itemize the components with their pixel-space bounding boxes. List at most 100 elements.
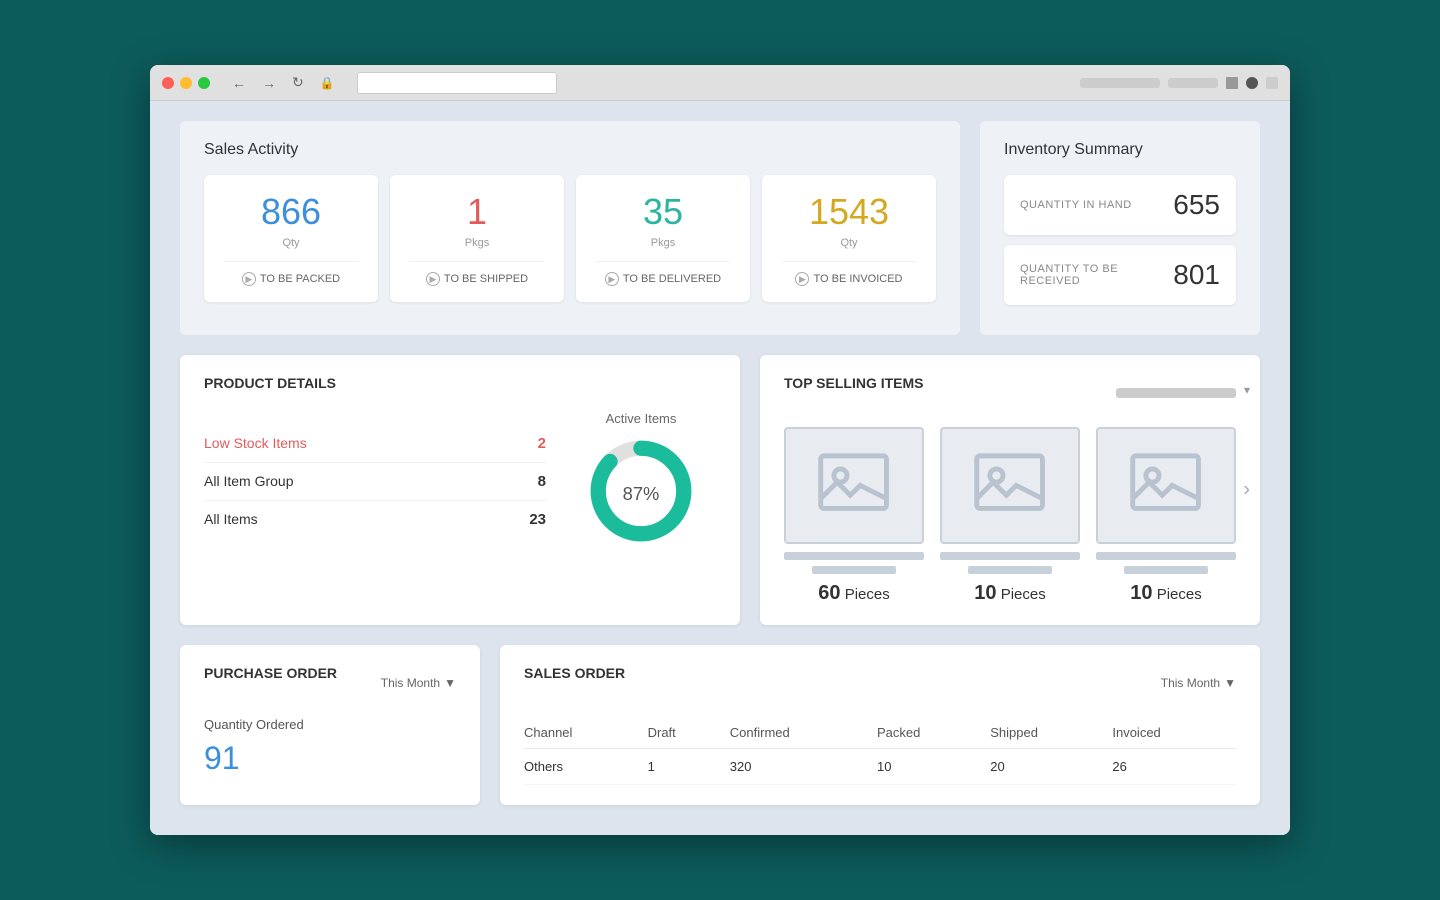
- kpi-shipped-unit: Pkgs: [410, 237, 544, 249]
- sales-activity-panel: Sales Activity 866 Qty ▶ TO BE PACKED 1 …: [180, 121, 960, 335]
- toolbar-right: [1080, 77, 1278, 89]
- item-image-1: [784, 427, 924, 544]
- item-count-2: 10 Pieces: [940, 582, 1080, 605]
- purchase-header: PURCHASE ORDER This Month ▼: [204, 665, 456, 701]
- cell-invoiced: 26: [1112, 748, 1236, 784]
- kpi-to-be-shipped[interactable]: 1 Pkgs ▶ TO BE SHIPPED: [390, 175, 564, 302]
- product-list: Low Stock Items 2 All Item Group 8 All I…: [204, 425, 546, 538]
- inventory-to-receive[interactable]: QUANTITY TO BE RECEIVED 801: [1004, 245, 1236, 305]
- kpi-delivered-unit: Pkgs: [596, 237, 730, 249]
- product-row-low-stock[interactable]: Low Stock Items 2: [204, 425, 546, 463]
- item-card-1[interactable]: 60 Pieces: [784, 427, 924, 605]
- close-button[interactable]: [162, 77, 174, 89]
- minimize-button[interactable]: [180, 77, 192, 89]
- purchase-qty-label: Quantity Ordered: [204, 717, 456, 732]
- item-bar-1: [784, 552, 924, 560]
- browser-titlebar: ← → ↻ 🔒: [150, 65, 1290, 101]
- kpi-delivered-label: ▶ TO BE DELIVERED: [596, 261, 730, 286]
- product-row-all-items[interactable]: All Items 23: [204, 501, 546, 538]
- item-group-count: 8: [538, 473, 546, 490]
- inventory-in-hand-value: 655: [1173, 189, 1220, 221]
- sales-order-title: SALES ORDER: [524, 665, 625, 681]
- cell-shipped: 20: [990, 748, 1112, 784]
- item-image-3: [1096, 427, 1236, 544]
- top-selling-dropdown[interactable]: [1116, 388, 1236, 398]
- browser-nav: ← → ↻ 🔒: [228, 72, 339, 93]
- product-details-title: PRODUCT DETAILS: [204, 375, 716, 391]
- kpi-delivered-value: 35: [596, 191, 730, 233]
- kpi-cards: 866 Qty ▶ TO BE PACKED 1 Pkgs ▶ TO BE SH…: [204, 175, 936, 302]
- donut-container: Active Items 87%: [566, 411, 716, 551]
- all-items-label: All Items: [204, 511, 258, 527]
- kpi-packed-label: ▶ TO BE PACKED: [224, 261, 358, 286]
- browser-window: ← → ↻ 🔒 Sales Activity 866: [150, 65, 1290, 835]
- low-stock-label: Low Stock Items: [204, 435, 307, 451]
- chevron-down-icon-2: ▼: [1224, 676, 1236, 690]
- col-shipped: Shipped: [990, 717, 1112, 749]
- kpi-shipped-value: 1: [410, 191, 544, 233]
- bottom-section: PURCHASE ORDER This Month ▼ Quantity Ord…: [180, 645, 1260, 805]
- packed-icon: ▶: [242, 272, 256, 286]
- sales-header: SALES ORDER This Month ▼: [524, 665, 1236, 701]
- kpi-to-be-delivered[interactable]: 35 Pkgs ▶ TO BE DELIVERED: [576, 175, 750, 302]
- kpi-invoiced-label: ▶ TO BE INVOICED: [782, 261, 916, 286]
- item-card-3[interactable]: 10 Pieces: [1096, 427, 1236, 605]
- reload-button[interactable]: ↻: [288, 72, 308, 93]
- kpi-packed-unit: Qty: [224, 237, 358, 249]
- purchase-order-panel: PURCHASE ORDER This Month ▼ Quantity Ord…: [180, 645, 480, 805]
- purchase-order-title: PURCHASE ORDER: [204, 665, 337, 681]
- kpi-shipped-label: ▶ TO BE SHIPPED: [410, 261, 544, 286]
- cell-draft: 1: [648, 748, 730, 784]
- item-bar-2: [940, 552, 1080, 560]
- svg-text:87%: 87%: [623, 483, 660, 504]
- sales-period-dropdown[interactable]: This Month ▼: [1161, 676, 1236, 690]
- toolbar-bar-1: [1080, 78, 1160, 88]
- top-section: Sales Activity 866 Qty ▶ TO BE PACKED 1 …: [180, 121, 1260, 335]
- inventory-in-hand-label: QUANTITY IN HAND: [1020, 199, 1132, 211]
- cell-confirmed: 320: [730, 748, 877, 784]
- col-draft: Draft: [648, 717, 730, 749]
- col-packed: Packed: [877, 717, 990, 749]
- maximize-button[interactable]: [198, 77, 210, 89]
- low-stock-count: 2: [538, 435, 546, 452]
- url-input[interactable]: [357, 72, 557, 94]
- top-selling-panel: TOP SELLING ITEMS: [760, 355, 1260, 625]
- kpi-invoiced-value: 1543: [782, 191, 916, 233]
- kpi-to-be-packed[interactable]: 866 Qty ▶ TO BE PACKED: [204, 175, 378, 302]
- item-card-2[interactable]: 10 Pieces: [940, 427, 1080, 605]
- purchase-period-dropdown[interactable]: This Month ▼: [381, 676, 456, 690]
- item-group-label: All Item Group: [204, 473, 293, 489]
- inventory-title: Inventory Summary: [1004, 141, 1236, 159]
- active-items-donut: 87%: [586, 436, 696, 546]
- kpi-to-be-invoiced[interactable]: 1543 Qty ▶ TO BE INVOICED: [762, 175, 936, 302]
- donut-title: Active Items: [566, 411, 716, 426]
- forward-button[interactable]: →: [258, 73, 280, 93]
- address-bar: [357, 72, 1062, 94]
- col-channel: Channel: [524, 717, 648, 749]
- back-button[interactable]: ←: [228, 73, 250, 93]
- table-row[interactable]: Others 1 320 10 20 26: [524, 748, 1236, 784]
- cell-packed: 10: [877, 748, 990, 784]
- sales-activity-title: Sales Activity: [204, 141, 936, 159]
- toolbar-circle[interactable]: [1246, 77, 1258, 89]
- product-row-item-group[interactable]: All Item Group 8: [204, 463, 546, 501]
- product-details-inner: Low Stock Items 2 All Item Group 8 All I…: [204, 411, 716, 551]
- toolbar-btn-2[interactable]: [1266, 77, 1278, 89]
- top-selling-header: TOP SELLING ITEMS: [784, 375, 1236, 411]
- item-bar-3: [1096, 552, 1236, 560]
- items-grid: 60 Pieces: [784, 427, 1236, 605]
- kpi-packed-value: 866: [224, 191, 358, 233]
- next-button[interactable]: ›: [1243, 479, 1250, 502]
- all-items-count: 23: [529, 511, 546, 528]
- toolbar-btn-1[interactable]: [1226, 77, 1238, 89]
- purchase-qty-value: 91: [204, 740, 456, 777]
- chevron-down-icon: ▼: [444, 676, 456, 690]
- inventory-in-hand[interactable]: QUANTITY IN HAND 655: [1004, 175, 1236, 235]
- item-bar-2-short: [968, 566, 1052, 574]
- shipped-icon: ▶: [426, 272, 440, 286]
- lock-icon: 🔒: [316, 74, 339, 92]
- item-bar-3-short: [1124, 566, 1208, 574]
- delivered-icon: ▶: [605, 272, 619, 286]
- product-details-panel: PRODUCT DETAILS Low Stock Items 2 All It…: [180, 355, 740, 625]
- sales-table: Channel Draft Confirmed Packed Shipped I…: [524, 717, 1236, 785]
